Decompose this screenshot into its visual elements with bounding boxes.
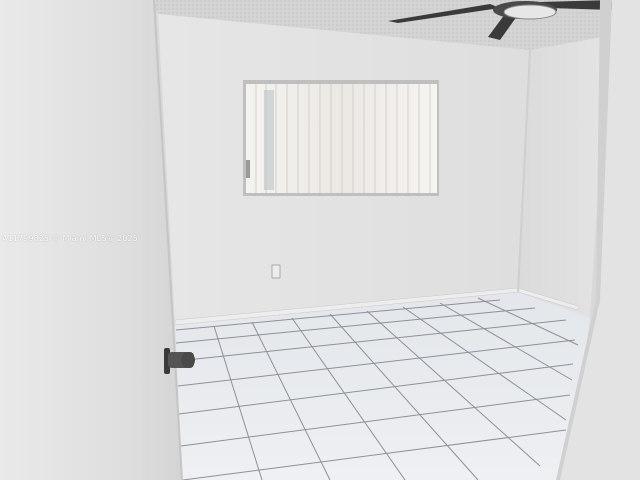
right-wall <box>518 36 608 318</box>
window-blinds <box>243 80 439 196</box>
room-photo: A11799825 © Miami MLS® 2025 <box>0 0 640 480</box>
mls-watermark: A11799825 © Miami MLS® 2025 <box>2 234 138 243</box>
wall-outlet <box>271 264 281 279</box>
tile-floor <box>175 292 590 480</box>
